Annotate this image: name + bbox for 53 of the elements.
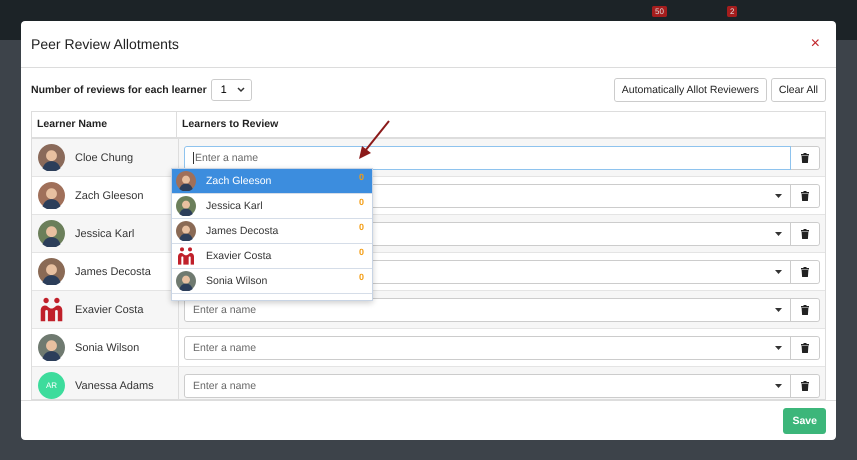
- review-count: 0: [358, 172, 364, 182]
- learner-name: Cloe Chung: [75, 152, 134, 164]
- caret-icon: [775, 308, 782, 312]
- trash-icon: [801, 228, 809, 238]
- name-input[interactable]: Enter a name: [184, 374, 791, 398]
- notification-badge: 50: [652, 6, 667, 17]
- delete-button[interactable]: [791, 146, 820, 170]
- chevron-icon: [236, 86, 245, 92]
- action-button[interactable]: Automatically Allot Reviewers: [614, 78, 767, 102]
- trash-icon: [801, 266, 809, 276]
- name-input[interactable]: Enter a name: [184, 298, 791, 322]
- delete-button[interactable]: [791, 374, 820, 398]
- trash-icon: [801, 152, 809, 162]
- learner-name: Jessica Karl: [75, 228, 134, 240]
- close-button[interactable]: ×: [806, 35, 824, 53]
- caret-icon: [775, 270, 782, 274]
- delete-button[interactable]: [791, 336, 820, 360]
- column-header: Learner Name: [32, 112, 177, 137]
- learner-name: Vanessa Adams: [75, 380, 154, 392]
- action-button[interactable]: Clear All: [770, 78, 826, 102]
- trash-icon: [801, 190, 809, 200]
- dialog-title: Peer Review Allotments: [31, 36, 180, 52]
- delete-button[interactable]: [791, 222, 820, 246]
- caret-icon: [775, 194, 782, 198]
- trash-icon: [801, 342, 809, 352]
- initials-avatar: AR: [38, 372, 65, 399]
- trash-icon: [801, 380, 809, 390]
- annotation-arrow: [357, 119, 391, 161]
- caret-icon: [775, 346, 782, 350]
- caret-icon: [775, 384, 782, 388]
- learner-name: Sonia Wilson: [75, 342, 140, 354]
- reviews-select[interactable]: 1: [210, 78, 252, 100]
- review-count: 0: [358, 222, 364, 232]
- suggestion-item[interactable]: Jessica Karl 0: [172, 194, 372, 219]
- delete-button[interactable]: [791, 260, 820, 284]
- review-count: 0: [358, 197, 364, 207]
- caret-icon: [775, 232, 782, 236]
- suggestion-item[interactable]: Exavier Costa 0: [172, 244, 372, 269]
- name-input[interactable]: Enter a name: [184, 146, 791, 170]
- delete-button[interactable]: [791, 184, 820, 208]
- learner-name: Exavier Costa: [75, 304, 144, 316]
- suggestion-item[interactable]: James Decosta 0: [172, 219, 372, 244]
- learner-name: Zach Gleeson: [75, 190, 144, 202]
- suggestion-item[interactable]: Sonia Wilson 0: [172, 269, 372, 294]
- trash-icon: [801, 304, 809, 314]
- review-count: 0: [358, 247, 364, 257]
- delete-button[interactable]: [791, 298, 820, 322]
- review-count: 0: [358, 272, 364, 282]
- column-header: Learners to Review: [181, 117, 280, 132]
- notification-badge: 2: [727, 6, 738, 17]
- name-input[interactable]: Enter a name: [184, 336, 791, 360]
- learner-name: James Decosta: [75, 266, 151, 278]
- reviews-label: Number of reviews for each learner: [31, 84, 207, 96]
